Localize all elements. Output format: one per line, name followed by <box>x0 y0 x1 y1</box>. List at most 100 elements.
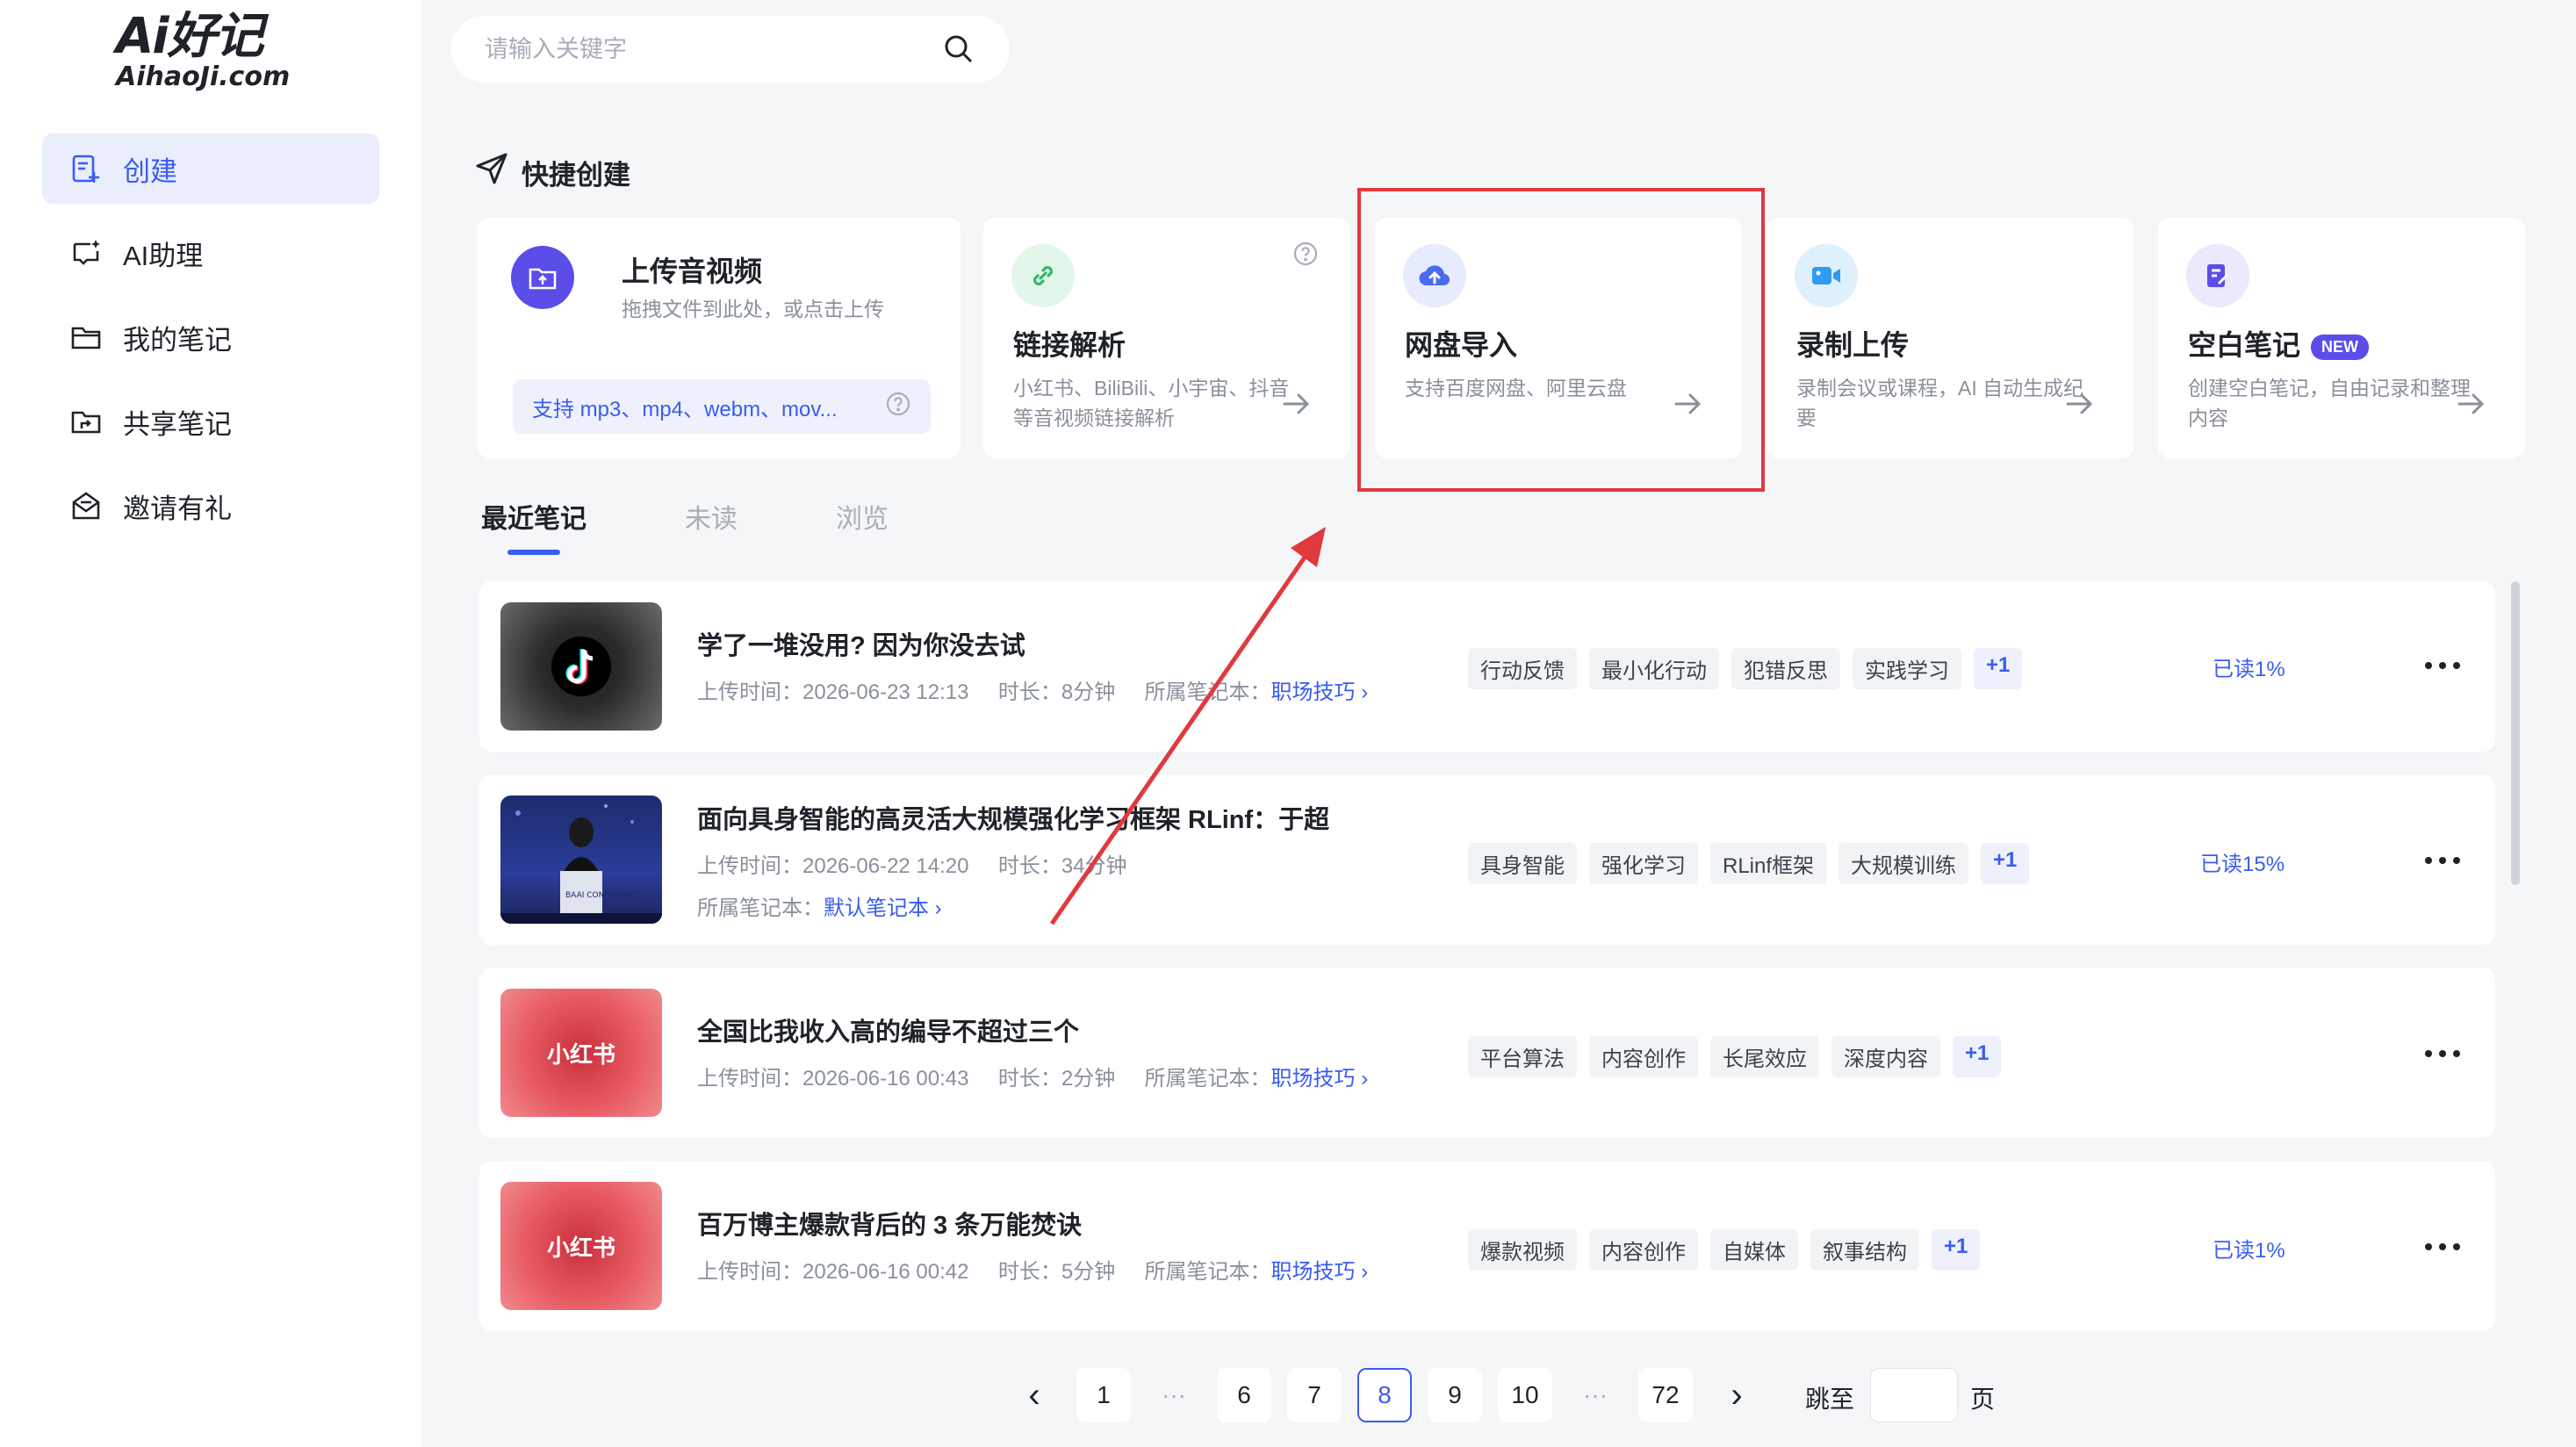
note-row[interactable]: 小红书 百万博主爆款背后的 3 条万能焚诀 上传时间：2026-06-16 00… <box>479 1161 2495 1331</box>
tag[interactable]: 内容创作 <box>1589 1229 1698 1271</box>
read-progress: 已读1% <box>2213 658 2285 681</box>
note-title[interactable]: 学了一堆没用? 因为你没去试 <box>697 625 1025 662</box>
search-bar <box>451 16 1010 83</box>
record-card-desc-2: 要 <box>1796 407 1817 429</box>
tag[interactable]: 具身智能 <box>1468 843 1577 884</box>
supported-formats: 支持 mp3、mp4、webm、mov... <box>513 379 931 434</box>
xiaohongshu-logo: 小红书 <box>546 1040 615 1068</box>
send-icon <box>474 151 509 193</box>
note-thumbnail: BAAI CONFERENCE <box>500 795 662 924</box>
list-scrollbar[interactable] <box>2511 581 2520 885</box>
search-icon[interactable] <box>941 32 976 67</box>
tag[interactable]: 爆款视频 <box>1468 1229 1577 1271</box>
link-card-desc-1: 小红书、BiliBili、小宇宙、抖音 <box>1013 377 1290 400</box>
more-tags-badge[interactable]: +1 <box>1974 648 2023 689</box>
note-row[interactable]: 小红书 全国比我收入高的编导不超过三个 上传时间：2026-06-16 00:4… <box>479 968 2495 1138</box>
page-button[interactable]: 9 <box>1428 1368 1482 1422</box>
upload-card-desc: 拖拽文件到此处，或点击上传 <box>622 298 884 320</box>
logo[interactable]: Ai好记 AihaoJi.com <box>116 11 291 93</box>
edit-note-icon <box>2186 244 2249 307</box>
video-camera-icon <box>1795 244 1858 307</box>
more-options-icon[interactable] <box>2425 657 2460 674</box>
page-button-current[interactable]: 8 <box>1357 1368 1412 1422</box>
note-tags: 爆款视频 内容创作 自媒体 叙事结构 +1 <box>1468 1229 1992 1271</box>
blank-note-card[interactable]: 空白笔记 NEW 创建空白笔记，自由记录和整理 内容 <box>2158 218 2525 458</box>
note-title[interactable]: 百万博主爆款背后的 3 条万能焚诀 <box>697 1205 1082 1242</box>
tiktok-logo-icon <box>551 637 611 696</box>
folder-icon <box>68 320 104 355</box>
tag[interactable]: 最小化行动 <box>1589 648 1719 689</box>
page-ellipsis[interactable]: ··· <box>1147 1368 1201 1422</box>
tab-browse[interactable]: 浏览 <box>836 497 889 555</box>
sidebar-item-my-notes[interactable]: 我的笔记 <box>42 302 379 372</box>
tag[interactable]: 叙事结构 <box>1810 1229 1919 1271</box>
tag[interactable]: 行动反馈 <box>1468 648 1577 689</box>
tab-recent[interactable]: 最近笔记 <box>481 497 586 555</box>
record-upload-card[interactable]: 录制上传 录制会议或课程，AI 自动生成纪 要 <box>1767 218 2133 458</box>
read-progress: 已读15% <box>2200 853 2285 876</box>
more-tags-badge[interactable]: +1 <box>1932 1229 1981 1271</box>
tag[interactable]: RLinf框架 <box>1710 843 1827 884</box>
next-page-button[interactable]: › <box>1721 1368 1752 1422</box>
help-circle-icon[interactable] <box>1292 241 1319 271</box>
note-row[interactable]: BAAI CONFERENCE 面向具身智能的高灵活大规模强化学习框架 RLin… <box>479 774 2495 945</box>
note-tags: 行动反馈 最小化行动 犯错反思 实践学习 +1 <box>1468 648 2034 689</box>
prev-page-button[interactable]: ‹ <box>1018 1368 1050 1422</box>
svg-text:BAAI CONFERENCE: BAAI CONFERENCE <box>565 891 641 900</box>
upload-media-card[interactable]: 上传音视频 拖拽文件到此处，或点击上传 支持 mp3、mp4、webm、mov.… <box>478 218 961 458</box>
link-icon <box>1011 244 1075 307</box>
more-options-icon[interactable] <box>2425 1045 2460 1062</box>
tag[interactable]: 自媒体 <box>1710 1229 1798 1271</box>
page-ellipsis[interactable]: ··· <box>1568 1368 1623 1422</box>
note-meta: 上传时间：2026-06-22 14:20 时长：34分钟 <box>697 854 1127 878</box>
link-card-title: 链接解析 <box>1013 329 1126 361</box>
logo-wordmark: Ai好记 <box>116 8 264 65</box>
search-input[interactable] <box>485 35 941 63</box>
notebook-link[interactable]: 默认笔记本 › <box>824 896 942 920</box>
shared-folder-icon <box>68 404 104 439</box>
page-button[interactable]: 7 <box>1287 1368 1342 1422</box>
tag[interactable]: 犯错反思 <box>1731 648 1840 689</box>
note-title[interactable]: 面向具身智能的高灵活大规模强化学习框架 RLinf：于超 <box>697 799 1329 836</box>
notebook-link[interactable]: 职场技巧 › <box>1271 1260 1369 1284</box>
link-parse-card[interactable]: 链接解析 小红书、BiliBili、小宇宙、抖音 等音视频链接解析 <box>983 218 1350 458</box>
arrow-right-icon <box>1283 393 1310 414</box>
more-tags-badge[interactable]: +1 <box>1953 1036 2002 1077</box>
tag[interactable]: 深度内容 <box>1831 1036 1940 1077</box>
tag[interactable]: 长尾效应 <box>1710 1036 1819 1077</box>
tab-unread[interactable]: 未读 <box>685 497 738 555</box>
help-circle-icon[interactable] <box>885 391 911 423</box>
tag[interactable]: 内容创作 <box>1589 1036 1698 1077</box>
sidebar-item-invite[interactable]: 邀请有礼 <box>42 471 379 541</box>
sidebar-item-ai-assistant[interactable]: AI助理 <box>42 218 379 288</box>
jump-page-input[interactable] <box>1870 1368 1958 1422</box>
mail-gift-icon <box>68 488 104 523</box>
more-options-icon[interactable] <box>2425 1238 2460 1256</box>
notebook-link[interactable]: 职场技巧 › <box>1271 680 1369 704</box>
page-button[interactable]: 6 <box>1217 1368 1271 1422</box>
tag[interactable]: 强化学习 <box>1589 843 1698 884</box>
tag[interactable]: 平台算法 <box>1468 1036 1577 1077</box>
note-row[interactable]: 学了一堆没用? 因为你没去试 上传时间：2026-06-23 12:13 时长：… <box>479 581 2495 752</box>
quick-create-title: 快捷创建 <box>522 159 630 191</box>
note-tags: 具身智能 强化学习 RLinf框架 大规模训练 +1 <box>1468 843 2041 884</box>
page-button[interactable]: 1 <box>1076 1368 1131 1422</box>
new-badge: NEW <box>2311 335 2370 361</box>
read-progress: 已读1% <box>2213 1239 2285 1263</box>
chat-sparkle-icon <box>68 235 104 270</box>
more-options-icon[interactable] <box>2425 852 2460 869</box>
note-tags: 平台算法 内容创作 长尾效应 深度内容 +1 <box>1468 1036 2013 1077</box>
more-tags-badge[interactable]: +1 <box>1981 843 2030 884</box>
upload-card-title: 上传音视频 <box>622 256 763 287</box>
page-button[interactable]: 72 <box>1638 1368 1693 1422</box>
sidebar-nav: 创建 AI助理 我的笔记 共享笔记 邀请有礼 <box>42 133 379 555</box>
tag[interactable]: 大规模训练 <box>1838 843 1969 884</box>
tag[interactable]: 实践学习 <box>1853 648 1961 689</box>
page-button[interactable]: 10 <box>1498 1368 1552 1422</box>
sidebar-item-shared-notes[interactable]: 共享笔记 <box>42 386 379 457</box>
supported-formats-text: 支持 mp3、mp4、webm、mov... <box>532 397 838 421</box>
note-title[interactable]: 全国比我收入高的编导不超过三个 <box>697 1011 1079 1048</box>
highlight-annotation-box <box>1357 188 1765 492</box>
sidebar-item-create[interactable]: 创建 <box>42 133 379 204</box>
notebook-link[interactable]: 职场技巧 › <box>1271 1067 1369 1091</box>
